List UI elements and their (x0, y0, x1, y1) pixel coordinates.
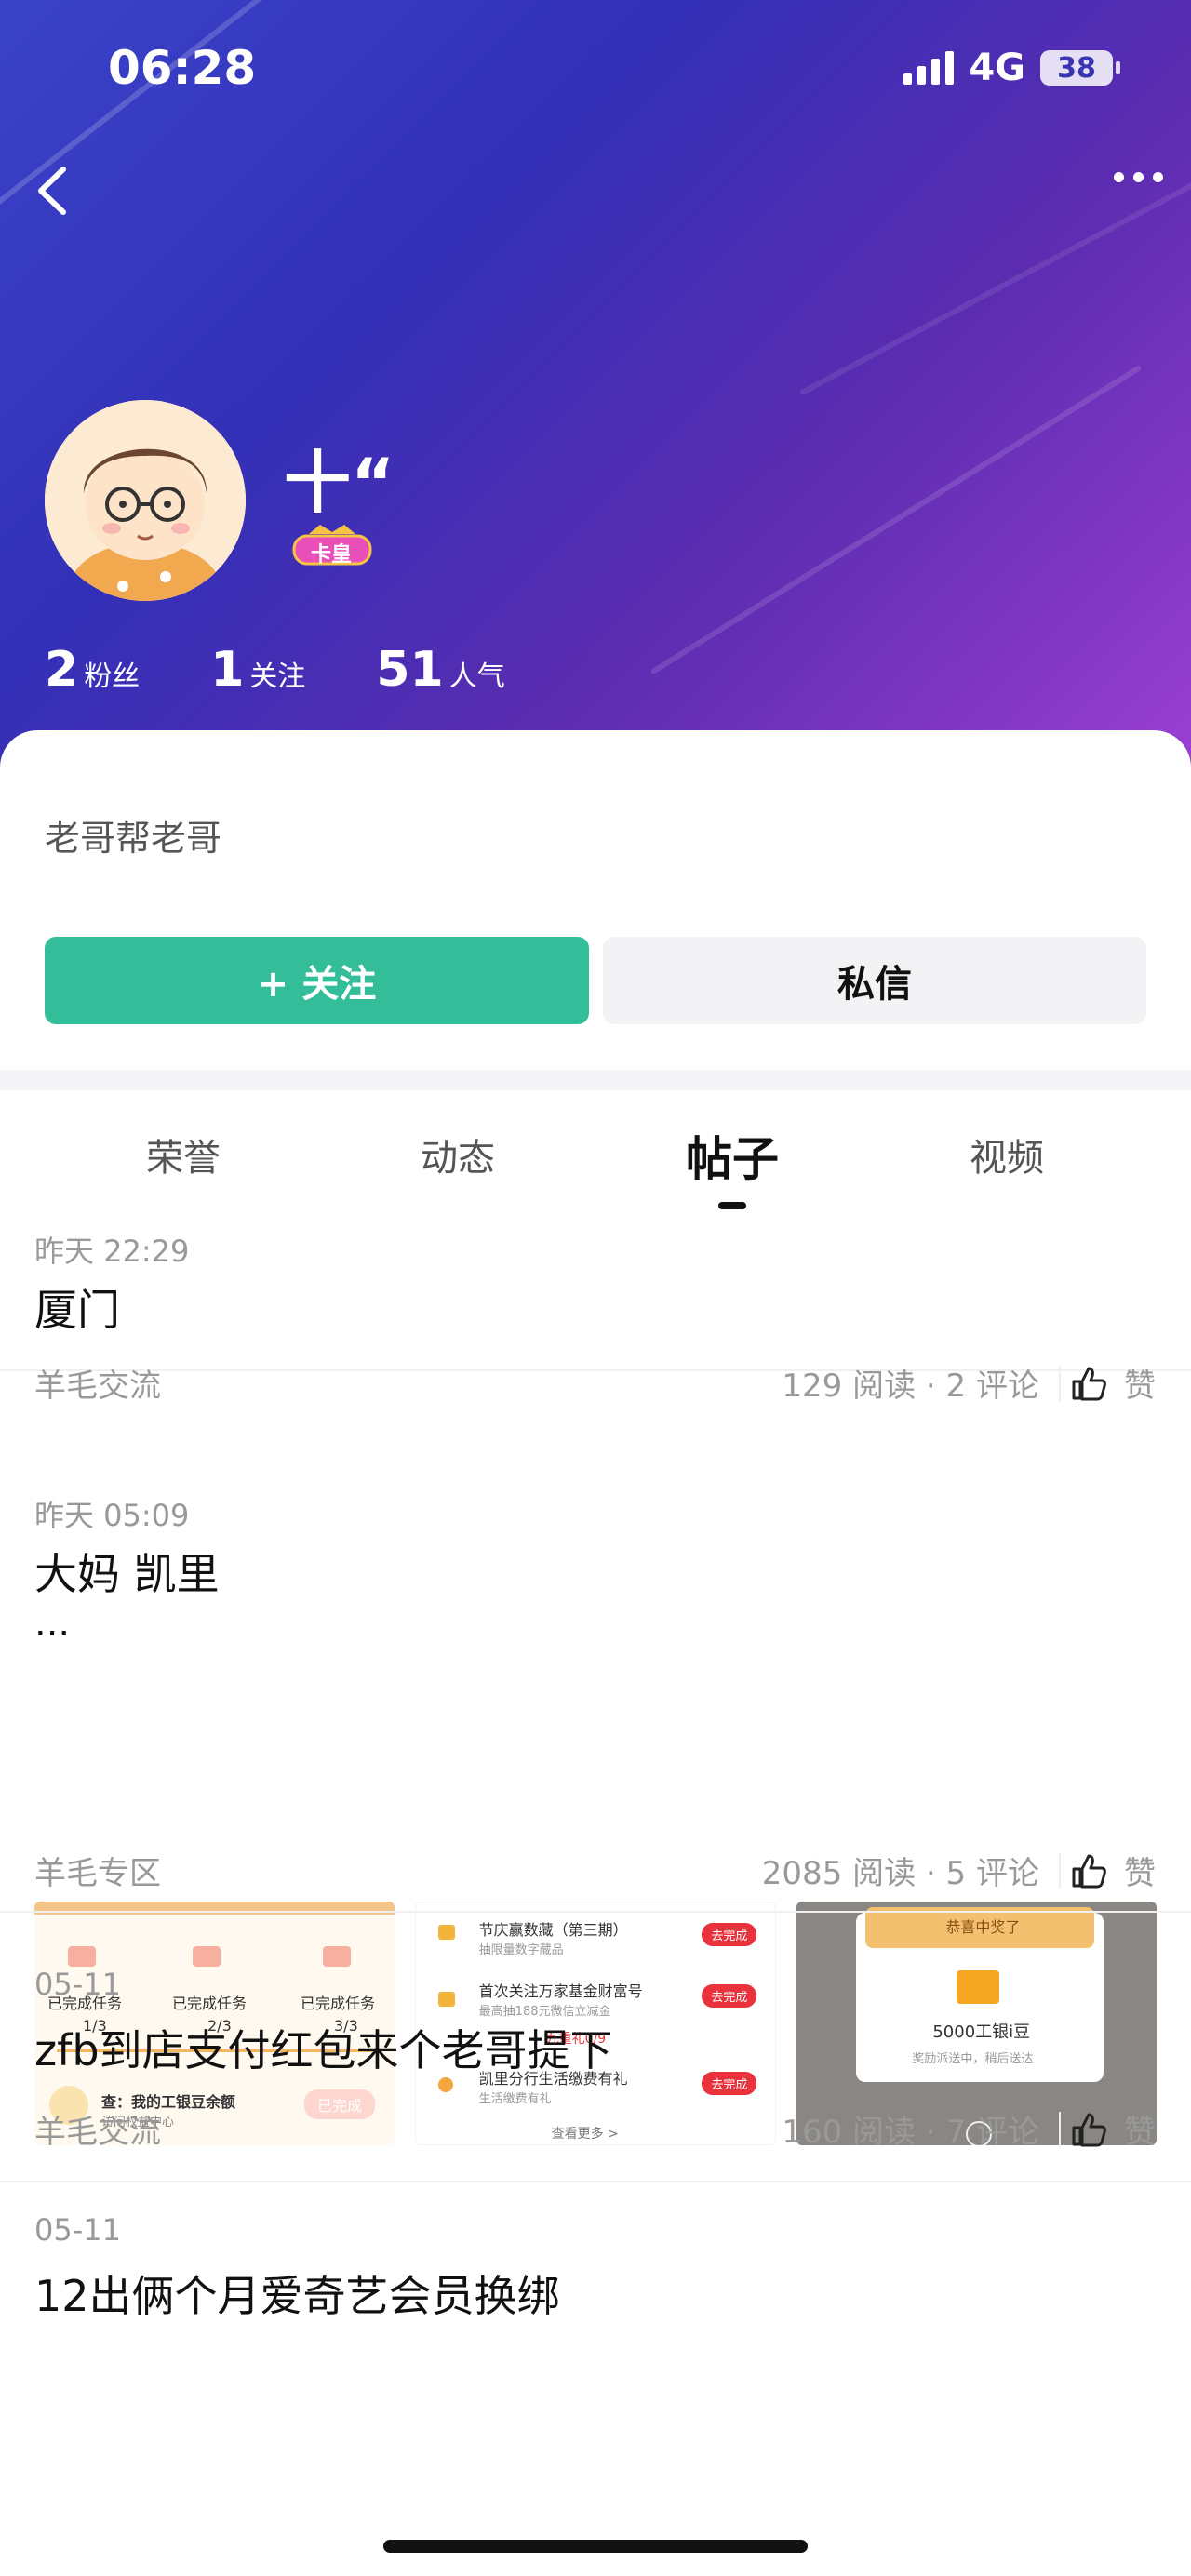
stat-label: 粉丝 (84, 661, 141, 693)
like-button[interactable]: 赞 (1070, 1360, 1156, 1406)
stat-following[interactable]: 1 关注 (210, 642, 305, 698)
profile-card: 老哥帮老哥 + 关注 私信 (0, 730, 1191, 1070)
dot-icon (1114, 172, 1124, 182)
thumbs-up-icon (1072, 1854, 1106, 1888)
decor-streak (798, 164, 1191, 396)
post-title: 厦门 (34, 1285, 120, 1335)
divider (1059, 1366, 1061, 1401)
status-bar: 06:28 4G 38 (0, 37, 1191, 95)
post-item[interactable]: 昨天 05:09 大妈 凯里 ... 已完成任务 已完成任务 已完成任务 1/3… (0, 1492, 1191, 2145)
profile-header: 06:28 4G 38 十“ 卡皇 2 粉丝 1 关注 51 人气 (0, 0, 1191, 772)
post-item[interactable]: 05-11 12出俩个月爱奇艺会员换绑 (0, 2184, 1191, 2576)
back-button[interactable] (28, 158, 84, 223)
tab-posts[interactable]: 帖子 (686, 1122, 779, 1189)
like-label: 赞 (1124, 2114, 1156, 2151)
divider (1059, 2112, 1061, 2147)
status-time: 06:28 (108, 41, 257, 95)
post-title: 12出俩个月爱奇艺会员换绑 (34, 2271, 560, 2321)
network-type: 4G (969, 47, 1025, 89)
content-feed: 荣誉 动态 帖子 视频 昨天 22:29 厦门 羊毛交流 129 阅读 · 2 … (0, 1090, 1191, 2576)
dot-icon (1133, 172, 1144, 182)
post-date: 昨天 05:09 (34, 1498, 190, 1533)
battery-icon: 38 (1040, 50, 1120, 86)
stat-value: 51 (376, 642, 444, 698)
like-label: 赞 (1124, 1855, 1156, 1892)
tab-honor[interactable]: 荣誉 (146, 1128, 221, 1181)
post-item[interactable]: 昨天 22:29 厦门 羊毛交流 129 阅读 · 2 评论 赞 (0, 1209, 1191, 1405)
tab-bar: 荣誉 动态 帖子 视频 (0, 1128, 1191, 1202)
stat-value: 2 (45, 642, 79, 698)
active-tab-indicator (718, 1202, 746, 1209)
post-footer: 羊毛专区 2085 阅读 · 5 评论 赞 (0, 1838, 1191, 1913)
tab-activity[interactable]: 动态 (421, 1128, 495, 1181)
profile-bio: 老哥帮老哥 (45, 818, 222, 859)
avatar[interactable] (45, 400, 246, 601)
post-title: 大妈 凯里 (34, 1549, 220, 1599)
level-badge: 卡皇 (290, 521, 374, 569)
post-stats: 160 阅读 · 7 评论 (782, 2114, 1039, 2151)
stat-fans[interactable]: 2 粉丝 (45, 642, 140, 698)
badge-label: 卡皇 (311, 543, 353, 567)
more-button[interactable] (1114, 172, 1163, 182)
post-stats: 129 阅读 · 2 评论 (782, 1368, 1039, 1405)
post-category[interactable]: 羊毛交流 (34, 1360, 161, 1406)
post-date: 昨天 22:29 (34, 1234, 190, 1269)
stat-popularity: 51 人气 (376, 642, 504, 698)
like-button[interactable]: 赞 (1070, 1848, 1156, 1893)
thumbs-up-icon (1072, 2113, 1106, 2146)
profile-stats: 2 粉丝 1 关注 51 人气 (45, 642, 505, 698)
post-excerpt: ... (34, 1602, 71, 1645)
row-title: 节庆赢数藏（第三期） (478, 1921, 628, 1939)
post-category[interactable]: 羊毛专区 (34, 1848, 161, 1893)
stat-label: 人气 (448, 661, 505, 693)
post-meta: 羊毛交流 129 阅读 · 2 评论 赞 (34, 1360, 1156, 1407)
decor-streak (649, 364, 1143, 675)
post-date: 05-11 (34, 2212, 121, 2248)
signal-icon (903, 51, 955, 85)
home-indicator[interactable] (383, 2540, 808, 2553)
follow-button[interactable]: + 关注 (45, 937, 589, 1024)
status-indicators: 4G 38 (903, 47, 1120, 89)
like-label: 赞 (1124, 1368, 1156, 1405)
post-meta: 羊毛交流 160 阅读 · 7 评论 赞 (34, 2106, 1156, 2153)
post-stats: 2085 阅读 · 5 评论 (761, 1855, 1039, 1892)
divider (1059, 1853, 1061, 1889)
stat-value: 1 (210, 642, 245, 698)
thumbs-up-icon (1072, 1367, 1106, 1400)
post-item[interactable]: 05-11 zfb到店支付红包来个老哥提下 羊毛交流 160 阅读 · 7 评论… (0, 1939, 1191, 2182)
like-button[interactable]: 赞 (1070, 2106, 1156, 2152)
message-button[interactable]: 私信 (603, 937, 1146, 1024)
post-date: 05-11 (34, 1967, 121, 2002)
post-meta: 羊毛专区 2085 阅读 · 5 评论 赞 (34, 1848, 1156, 1894)
post-title: zfb到店支付红包来个老哥提下 (34, 2025, 613, 2075)
popup-ribbon: 恭喜中奖了 (945, 1918, 1021, 1936)
dot-icon (1153, 172, 1163, 182)
stat-label: 关注 (249, 661, 306, 693)
avatar-illustration-icon (45, 400, 246, 601)
chevron-left-icon (38, 167, 66, 215)
tab-videos[interactable]: 视频 (970, 1128, 1044, 1181)
username: 十“ (284, 444, 395, 522)
post-category[interactable]: 羊毛交流 (34, 2106, 161, 2152)
